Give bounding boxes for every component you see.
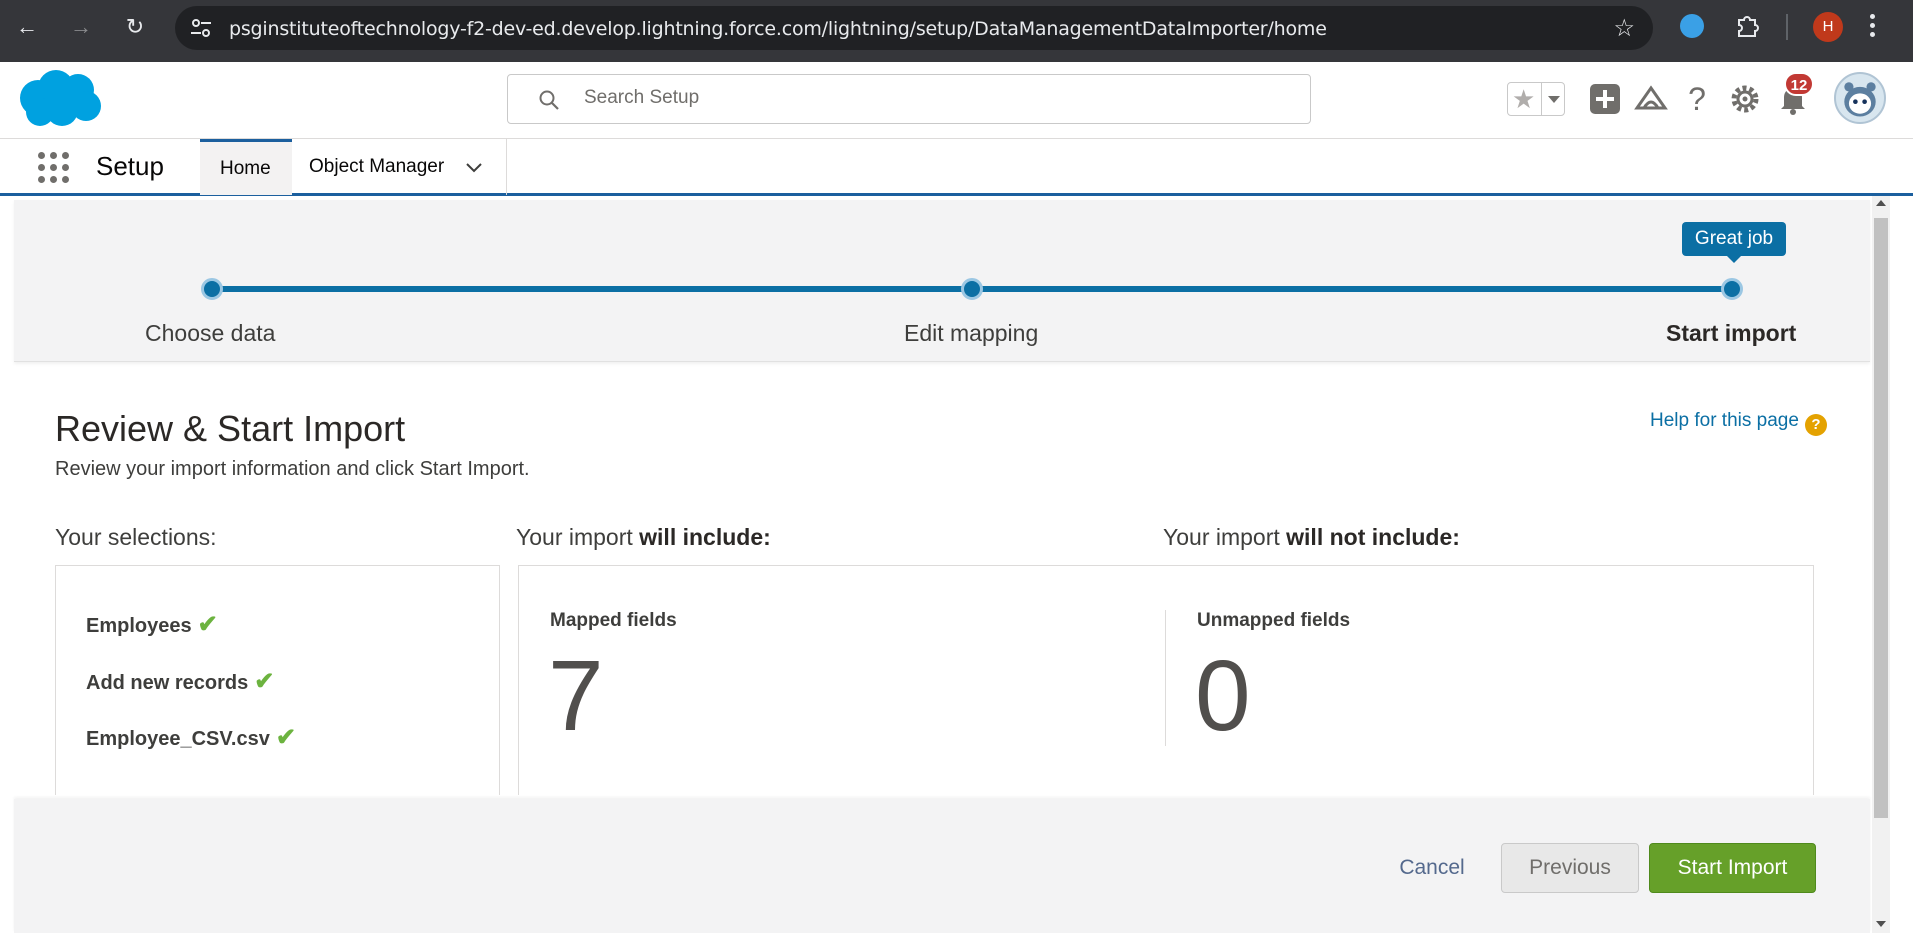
page-subtitle: Review your import information and click…: [55, 458, 530, 480]
address-bar[interactable]: psginstituteoftechnology-f2-dev-ed.devel…: [175, 6, 1653, 50]
extensions-puzzle-icon[interactable]: [1735, 12, 1761, 38]
unmapped-fields-count: 0: [1195, 640, 1251, 752]
scroll-down-arrow-icon[interactable]: [1876, 921, 1886, 927]
scrollbar-thumb[interactable]: [1874, 218, 1888, 818]
include-heading: Your import will include:: [516, 524, 771, 550]
help-question-icon[interactable]: ?: [1804, 414, 1827, 436]
back-icon[interactable]: ←: [12, 12, 42, 42]
wizard-progress: Great job Choose data Edit mapping Start…: [14, 200, 1870, 362]
selection-item: Employees ✔: [86, 611, 218, 638]
start-import-button[interactable]: Start Import: [1649, 843, 1816, 893]
caret-down-icon: [1548, 96, 1560, 103]
tab-home-label: Home: [220, 158, 271, 179]
site-info-icon[interactable]: [189, 17, 213, 39]
unmapped-fields-label: Unmapped fields: [1197, 610, 1351, 631]
bookmark-star-icon[interactable]: ☆: [1613, 14, 1635, 43]
progress-tooltip: Great job: [1682, 222, 1786, 263]
step-dot-start-import: [1721, 278, 1743, 300]
panel-divider: [1165, 610, 1166, 746]
favorites-dropdown-button[interactable]: [1541, 83, 1565, 115]
url-text[interactable]: psginstituteoftechnology-f2-dev-ed.devel…: [229, 18, 1327, 40]
help-link-label[interactable]: Help for this page: [1650, 410, 1799, 431]
favorites-button-group: ★: [1507, 82, 1565, 116]
search-icon: [539, 90, 559, 110]
browser-toolbar: ← → ↻ psginstituteoftechnology-f2-dev-ed…: [0, 0, 1913, 62]
checkmark-icon: ✔: [197, 611, 218, 638]
exclude-heading: Your import will not include:: [1163, 524, 1460, 550]
forward-icon[interactable]: →: [66, 12, 96, 42]
tab-home[interactable]: Home: [200, 139, 292, 195]
import-wizard-content: Great job Choose data Edit mapping Start…: [0, 196, 1913, 933]
wizard-footer: Cancel Previous Start Import: [14, 799, 1870, 933]
page-scrollbar[interactable]: [1872, 196, 1890, 933]
step-dot-edit-mapping: [961, 278, 983, 300]
page-title: Review & Start Import: [55, 408, 406, 449]
tab-object-manager-label: Object Manager: [309, 156, 445, 177]
selections-panel: Employees ✔ Add new records ✔ Employee_CSV…: [55, 565, 500, 795]
salesforce-logo[interactable]: [16, 68, 104, 130]
chevron-down-icon[interactable]: [464, 159, 484, 177]
setup-search-box[interactable]: [507, 74, 1311, 124]
context-bar: Setup Home Object Manager: [0, 138, 1913, 196]
help-icon[interactable]: ?: [1680, 82, 1714, 116]
mapped-fields-label: Mapped fields: [550, 610, 677, 631]
checkmark-icon: ✔: [254, 668, 275, 695]
extension-icon[interactable]: [1680, 14, 1704, 38]
app-launcher-icon[interactable]: [38, 152, 70, 184]
previous-button[interactable]: Previous: [1501, 843, 1639, 893]
global-header: ★ ? 12: [0, 62, 1913, 138]
step-dot-choose-data: [201, 278, 223, 300]
checkmark-icon: ✔: [275, 724, 296, 751]
toolbar-separator: [1786, 14, 1788, 40]
field-summary-panel: Mapped fields 7 Unmapped fields 0: [518, 565, 1814, 795]
selections-heading: Your selections:: [55, 524, 217, 550]
tab-object-manager[interactable]: Object Manager: [292, 139, 507, 195]
selection-item: Add new records ✔: [86, 668, 275, 695]
user-avatar[interactable]: [1834, 72, 1886, 124]
cancel-button[interactable]: Cancel: [1382, 843, 1482, 893]
trailhead-guidance-icon[interactable]: [1634, 82, 1668, 116]
mapped-fields-count: 7: [548, 640, 604, 752]
scroll-up-arrow-icon[interactable]: [1876, 200, 1886, 206]
browser-menu-icon[interactable]: [1868, 14, 1876, 38]
setup-gear-icon[interactable]: [1728, 82, 1762, 116]
global-actions-plus-icon[interactable]: [1588, 82, 1622, 116]
selection-item: Employee_CSV.csv ✔: [86, 724, 296, 751]
step-label-edit-mapping: Edit mapping: [904, 320, 1039, 346]
step-label-choose-data: Choose data: [145, 320, 276, 346]
help-link[interactable]: Help for this page?: [1650, 410, 1827, 436]
search-input[interactable]: [584, 87, 1084, 109]
favorite-star-icon[interactable]: ★: [1512, 86, 1535, 112]
profile-avatar[interactable]: H: [1813, 12, 1843, 42]
notification-count-badge: 12: [1784, 72, 1814, 96]
app-name: Setup: [96, 151, 164, 181]
reload-icon[interactable]: ↻: [120, 12, 150, 42]
step-label-start-import: Start import: [1666, 320, 1797, 346]
